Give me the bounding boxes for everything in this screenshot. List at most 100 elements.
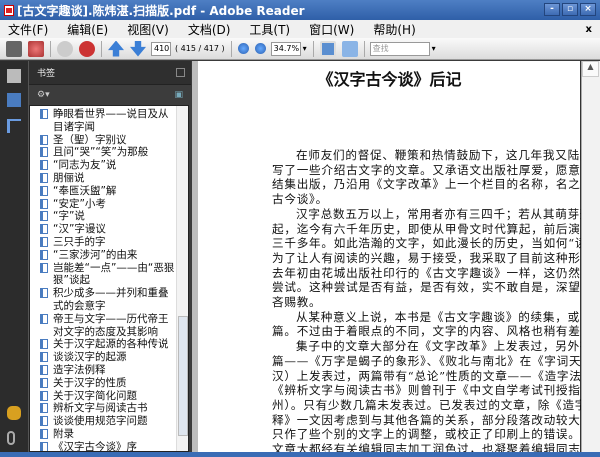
zoom-input[interactable]: 34.7% [270,41,301,56]
bookmark-page-icon [40,262,48,273]
scroll-up-icon[interactable]: ▲ [582,61,599,77]
bookmark-item[interactable]: “字”说 [30,210,188,223]
bookmarks-icon[interactable] [7,93,21,107]
bookmark-item[interactable]: 关于汉字的性质 [30,377,188,390]
email-icon[interactable] [28,40,44,57]
bookmark-label: 辨析文字与阅读古书 [53,402,148,415]
text-line: 从某种意义上说，本书是《古文字趣谈》的续集，或曰姊妹 [296,309,581,324]
bookmark-page-icon [40,185,48,196]
bookmark-item[interactable]: 圣（聖）字别议 [30,134,188,147]
bookmark-item[interactable]: 且问“哭”“笑”为那般 [30,146,188,159]
minimize-button[interactable]: - [544,3,560,16]
bookmark-page-icon [40,364,48,375]
text-line: 篇——《万字是蝎子的象形》、《败北与南北》在《字词天地》（武 [272,353,581,368]
text-line: 吝赐教。 [272,295,322,309]
bookmark-item[interactable]: 帝王与文字——历代帝王对文字的态度及其影响 [30,313,188,339]
search-input[interactable]: 查找 [369,41,430,56]
maximize-button[interactable]: ▫ [562,3,578,16]
divider [50,40,51,57]
window-title: [古文字趣谈].陈炜湛.扫描版.pdf - Adobe Reader [17,3,305,18]
bookmark-item[interactable]: 睁眼看世界——说目及从目诸字闻 [30,108,188,134]
close-document-button[interactable]: x [586,24,592,35]
bookmark-item[interactable]: 关于汉字起源的各种传说 [30,338,188,351]
bookmark-page-icon [40,377,48,388]
fit-page-icon[interactable] [341,40,358,57]
bookmark-item[interactable]: 三只手的字 [30,236,188,249]
bookmark-page-icon [40,339,48,350]
menu-help[interactable]: 帮助(H) [373,21,415,38]
zoom-dropdown-icon[interactable]: ▾ [303,44,307,53]
menu-view[interactable]: 视图(V) [127,21,169,38]
divider [230,40,232,57]
next-page-icon[interactable] [130,40,146,57]
bookmark-item[interactable]: “安定”小考 [30,198,188,211]
bookmark-item[interactable]: “同志为友”说 [30,159,188,172]
taskbar-edge [0,452,600,457]
comment-icon[interactable] [57,40,73,57]
search-dropdown-icon[interactable]: ▾ [432,44,436,53]
bookmark-item[interactable]: “汉”字谩议 [30,223,188,236]
bookmark-label: “奉匜沃盥”解 [53,184,117,197]
bookmark-page-icon [40,134,48,145]
bookmark-page-icon [40,109,48,119]
bookmark-item[interactable]: 关于汉字简化问题 [30,390,188,403]
text-line: 起，迄今有六千年历史，即使从甲骨文时代算起，前后演变也已 [272,221,581,236]
comments-icon[interactable] [7,406,21,420]
navigation-strip [0,61,28,452]
previous-page-icon[interactable] [108,40,124,57]
bookmark-item[interactable]: 积少成多——并列和重叠式的会意字 [30,287,188,313]
bookmark-item[interactable]: 谈谈使用规范字问题 [30,415,188,428]
new-bookmark-icon[interactable]: ▣ [174,90,183,100]
print-icon[interactable] [6,40,22,57]
zoom-in-icon[interactable] [254,43,266,54]
attachments-icon[interactable] [7,431,15,445]
menu-file[interactable]: 文件(F) [8,21,48,38]
bookmark-label: 帝王与文字——历代帝王对文字的态度及其影响 [53,312,169,338]
text-line: 为了让人有阅读的兴趣，易于接受，我采取了目前这种形式。同 [272,250,581,265]
menu-window[interactable]: 窗口(W) [309,21,354,38]
bookmark-item[interactable]: 朋俪说 [30,172,188,185]
fit-width-icon[interactable] [319,40,336,57]
page-number-input[interactable]: 410 [151,41,171,56]
pdf-page: 《汉字古今谈》后记 在师友们的督促、鞭策和热情鼓励下，这几年我又陆陆续续写了一些… [198,61,581,452]
pdf-app-icon [4,4,14,16]
text-line: 结集出版，乃沿用《文字改革》上一个栏目的名称，名之曰《汉字 [272,177,581,192]
panel-menu-icon[interactable] [176,68,185,77]
bookmark-page-icon [40,224,48,235]
bookmark-page-icon [40,147,48,158]
divider [363,40,365,57]
document-scrollbar[interactable]: ▲ [581,61,600,452]
bookmark-item[interactable]: 造字法例释 [30,364,188,377]
scrollbar-thumb[interactable] [178,316,188,436]
bookmark-scrollbar[interactable] [176,106,188,451]
pages-icon[interactable] [7,69,21,83]
bookmark-item[interactable]: “三家涉河”的由来 [30,249,188,262]
bookmark-item[interactable]: 谈谈汉字的起源 [30,351,188,364]
bookmark-label: “安定”小考 [53,197,106,210]
bookmark-page-icon [40,416,48,427]
bookmark-item[interactable]: 附录 [30,428,188,441]
bookmark-item[interactable]: 《汉字古今谈》序 [30,441,188,451]
text-line: 尝试。这种尝试是否有益，是否有效，实不敢自是，深望读者不 [272,280,581,295]
bookmark-label: “三家涉河”的由来 [53,248,138,261]
bookmark-item[interactable]: “奉匜沃盥”解 [30,185,188,198]
options-gear-icon[interactable]: ⚙▾ [37,90,50,100]
zoom-out-icon[interactable] [237,43,249,54]
bookmark-item[interactable]: 辨析文字与阅读古书 [30,402,188,415]
menu-tools[interactable]: 工具(T) [249,21,290,38]
close-button[interactable]: × [580,3,596,16]
bookmark-item[interactable]: 岂能差“一点”——由“恶狠狠”谈起 [30,262,188,288]
bookmark-page-icon [40,403,48,414]
menu-document[interactable]: 文档(D) [188,21,231,38]
security-icon[interactable] [79,40,95,57]
structure-icon[interactable] [7,119,21,133]
text-line: 集子中的文章大部分在《文字改革》上发表过，另外有两 [296,339,581,354]
text-line: 释》一文因考虑到与其他各篇的关系，部分段落改动较大外，都 [272,412,581,427]
bookmark-label: 关于汉字起源的各种传说 [53,338,169,351]
menu-edit[interactable]: 编辑(E) [67,21,108,38]
divider [312,40,314,57]
text-line: 古今谈》。 [272,192,328,207]
bookmark-label: 睁眼看世界——说目及从目诸字闻 [53,108,169,133]
page-count: ( 415 / 417 ) [175,44,225,53]
text-line: 在师友们的督促、鞭策和热情鼓励下，这几年我又陆陆续续 [296,148,581,162]
